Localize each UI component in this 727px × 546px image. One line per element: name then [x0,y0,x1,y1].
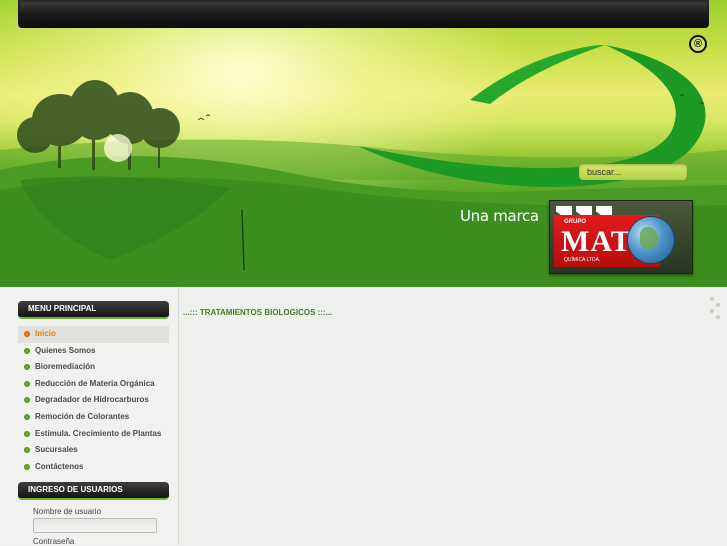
header-banner: ® Una marca GRUPO MAT QUÍMICA LTDA. [0,0,727,287]
flag-icon [576,206,592,215]
page-title: ...::: TRATAMIENTOS BIOLOGICOS :::... [183,308,333,317]
top-bar-highlight [20,2,707,13]
bullet-icon [25,365,29,370]
flag-icon [556,206,572,215]
globe-icon [628,217,674,263]
menu-item-crecimiento-plantas[interactable]: Estimula. Crecimiento de Plantas [18,426,169,443]
menu-item-quienes-somos[interactable]: Quienes Somos [18,343,169,360]
bullet-icon [25,348,29,353]
username-label: Nombre de usuario [33,507,102,516]
menu-item-label: Reducción de Materia Orgánica [35,378,155,388]
registered-trademark-icon: ® [689,35,707,53]
menu-item-degradador-hidrocarburos[interactable]: Degradador de Hidrocarburos [18,392,169,409]
bullet-icon [25,381,29,386]
menu-item-label: Estimula. Crecimiento de Plantas [35,428,162,438]
username-input[interactable] [33,518,157,533]
menu-item-label: Degradador de Hidrocarburos [35,395,149,405]
bullet-icon [25,398,29,403]
menu-item-label: Inicio [35,329,56,338]
logo-name-text: MAT [561,225,632,258]
bullet-icon [25,414,29,419]
flag-icon [596,206,612,215]
bullet-icon [25,464,29,469]
menu-item-reduccion-materia-organica[interactable]: Reducción de Materia Orgánica [18,376,169,393]
menu-item-remocion-colorantes[interactable]: Remoción de Colorantes [18,409,169,426]
search-input[interactable] [579,164,687,180]
menu-item-label: Quienes Somos [35,345,96,355]
bullet-icon [25,448,29,453]
main-content [179,287,727,545]
menu-item-sucursales[interactable]: Sucursales [18,442,169,459]
main-menu: Inicio Quienes Somos Bioremediación Redu… [18,326,169,475]
menu-item-label: Contáctenos [35,461,84,471]
grupo-mat-logo[interactable]: GRUPO MAT QUÍMICA LTDA. [549,200,693,274]
menu-item-label: Remoción de Colorantes [35,411,130,421]
bullet-icon [25,431,29,436]
decorative-dots [700,297,724,319]
user-login-header: INGRESO DE USUARIOS [18,482,169,500]
menu-item-label: Bioremediación [35,362,96,372]
top-navigation-bar [18,0,709,28]
main-menu-header: MENU PRINCIPAL [18,301,169,319]
menu-item-bioremediacion[interactable]: Bioremediación [18,359,169,376]
brand-tagline: Una marca [460,207,539,225]
menu-item-inicio[interactable]: Inicio [18,326,169,343]
logo-subtitle-text: QUÍMICA LTDA. [564,257,601,263]
menu-item-label: Sucursales [35,445,78,455]
menu-item-contactenos[interactable]: Contáctenos [18,459,169,476]
bullet-icon [25,332,29,336]
